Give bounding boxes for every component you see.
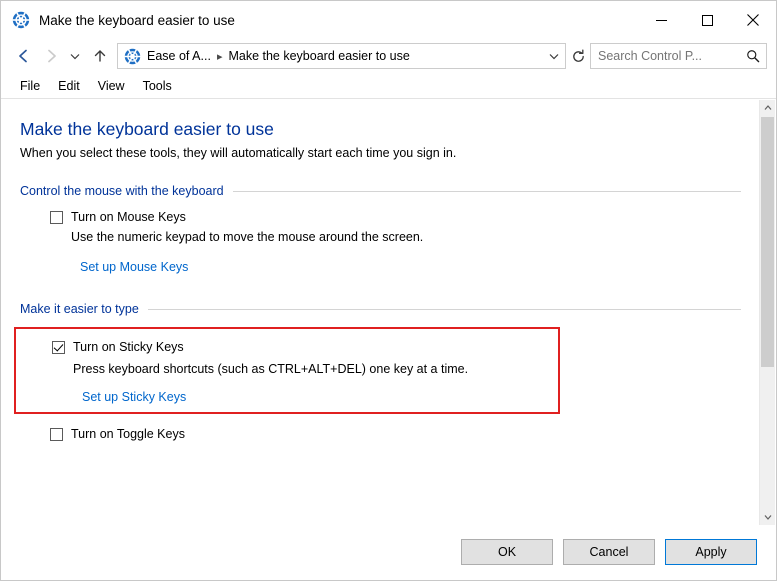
content-area: Make the keyboard easier to use When you… [2,100,775,525]
breadcrumb[interactable]: Ease of A... ▸ Make the keyboard easier … [117,43,566,69]
scrollbar-thumb[interactable] [761,117,774,367]
maximize-button[interactable] [684,1,730,39]
section-heading-mouse-keys: Control the mouse with the keyboard [20,184,741,198]
search-box[interactable] [590,43,767,69]
vertical-scrollbar[interactable] [759,100,775,525]
refresh-icon[interactable] [566,43,590,69]
menu-item-edit[interactable]: Edit [49,77,89,95]
scroll-down-arrow-icon[interactable] [760,509,775,525]
search-icon[interactable] [740,44,766,68]
checkbox-label-mouse-keys: Turn on Mouse Keys [71,209,186,225]
section-heading-easier-to-type: Make it easier to type [20,302,741,316]
checkbox-row-sticky-keys[interactable]: Turn on Sticky Keys [52,339,558,355]
checkbox-turn-on-mouse-keys[interactable] [50,211,63,224]
menu-item-tools[interactable]: Tools [134,77,181,95]
search-input[interactable] [591,48,740,64]
breadcrumb-separator-icon: ▸ [212,50,228,63]
scroll-up-arrow-icon[interactable] [760,100,775,116]
section-control-mouse-with-keyboard: Control the mouse with the keyboard Turn… [20,184,741,280]
menu-bar: File Edit View Tools [1,73,776,99]
description-mouse-keys: Use the numeric keypad to move the mouse… [71,229,741,246]
description-sticky-keys: Press keyboard shortcuts (such as CTRL+A… [73,361,558,378]
page-title: Make the keyboard easier to use [20,119,741,140]
dialog-footer: OK Cancel Apply [2,525,775,579]
checkbox-label-toggle-keys: Turn on Toggle Keys [71,426,185,442]
control-panel-window: Make the keyboard easier to use [0,0,777,581]
settings-panel: Make the keyboard easier to use When you… [2,100,759,525]
breadcrumb-control-panel-icon [124,48,141,65]
back-button[interactable] [10,43,37,69]
ok-button[interactable]: OK [461,539,553,565]
checkbox-row-toggle-keys[interactable]: Turn on Toggle Keys [50,426,741,442]
link-set-up-mouse-keys[interactable]: Set up Mouse Keys [80,260,188,274]
page-subtitle: When you select these tools, they will a… [20,146,741,160]
address-bar: Ease of A... ▸ Make the keyboard easier … [1,39,776,73]
breadcrumb-item-ease-of-access[interactable]: Ease of A... [146,49,212,63]
forward-button[interactable] [37,43,64,69]
control-panel-icon [12,11,30,29]
apply-button[interactable]: Apply [665,539,757,565]
checkbox-row-mouse-keys[interactable]: Turn on Mouse Keys [50,209,741,225]
section-heading-easier-to-type-label: Make it easier to type [20,302,139,316]
caption-buttons [638,1,776,39]
breadcrumb-chevron-down-icon[interactable] [543,44,565,68]
menu-item-view[interactable]: View [89,77,134,95]
title-bar: Make the keyboard easier to use [1,1,776,39]
checkbox-turn-on-sticky-keys[interactable] [52,341,65,354]
close-button[interactable] [730,1,776,39]
recent-locations-chevron-down-icon[interactable] [64,43,86,69]
menu-item-file[interactable]: File [11,77,49,95]
up-button[interactable] [86,43,113,69]
section-make-it-easier-to-type: Make it easier to type Turn on Sticky Ke… [20,302,741,442]
minimize-button[interactable] [638,1,684,39]
section-heading-mouse-keys-label: Control the mouse with the keyboard [20,184,224,198]
window-title: Make the keyboard easier to use [39,13,638,28]
breadcrumb-item-current[interactable]: Make the keyboard easier to use [227,49,410,63]
section-divider [233,191,741,192]
checkbox-turn-on-toggle-keys[interactable] [50,428,63,441]
sticky-keys-highlight-box: Turn on Sticky Keys Press keyboard short… [14,327,560,414]
section-divider [148,309,741,310]
cancel-button[interactable]: Cancel [563,539,655,565]
link-set-up-sticky-keys[interactable]: Set up Sticky Keys [82,390,186,404]
checkbox-label-sticky-keys: Turn on Sticky Keys [73,339,184,355]
